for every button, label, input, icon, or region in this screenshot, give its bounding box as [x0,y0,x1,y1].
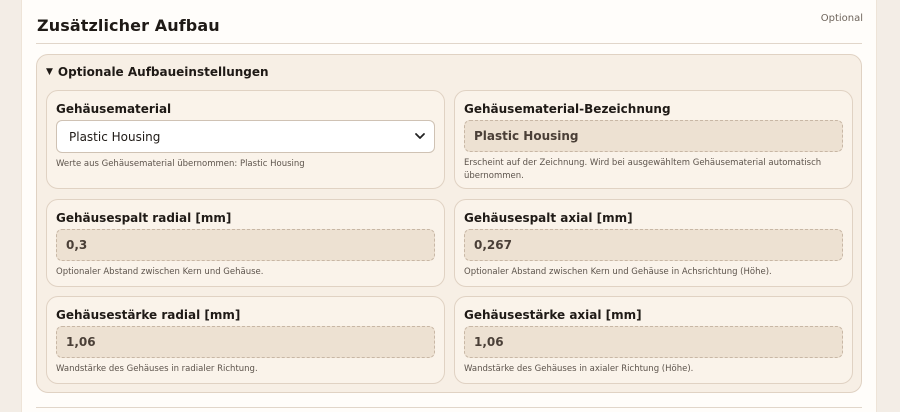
thickness-radial-field[interactable]: 1,06 [56,326,435,358]
gap-axial-field[interactable]: 0,267 [464,229,843,261]
title-divider [36,43,862,44]
housing-material-label: Gehäusematerial [56,102,172,116]
housing-material-hint: Werte aus Gehäusematerial übernommen: Pl… [56,159,305,169]
housing-material-card: Gehäusematerial Plastic Housing Werte au… [46,90,445,189]
housing-material-select[interactable]: Plastic Housing [56,120,435,153]
section-title: Zusätzlicher Aufbau [37,16,220,35]
thickness-radial-label: Gehäusestärke radial [mm] [56,308,241,322]
triangle-down-icon: ▼ [46,67,53,77]
additional-build-panel: Zusätzlicher Aufbau Optional ▼ Optionale… [22,0,876,412]
bottom-divider [36,407,862,408]
gap-radial-field[interactable]: 0,3 [56,229,435,261]
thickness-axial-label: Gehäusestärke axial [mm] [464,308,642,322]
optional-settings-summary: Optionale Aufbaueinstellungen [57,65,269,79]
gap-radial-card: Gehäusespalt radial [mm] 0,3 Optionaler … [46,199,445,287]
thickness-radial-hint: Wandstärke des Gehäuses in radialer Rich… [56,364,258,374]
optional-settings-group: ▼ Optionale Aufbaueinstellungen Gehäusem… [36,54,862,393]
thickness-axial-card: Gehäusestärke axial [mm] 1,06 Wandstärke… [454,296,853,384]
housing-material-name-hint: Erscheint auf der Zeichnung. Wird bei au… [464,158,822,181]
optional-tag: Optional [820,13,863,24]
housing-material-name-card: Gehäusematerial-Bezeichnung Plastic Hous… [454,90,853,189]
housing-material-name-field[interactable]: Plastic Housing [464,120,843,152]
thickness-axial-hint: Wandstärke des Gehäuses in axialer Richt… [464,364,694,374]
housing-material-name-label: Gehäusematerial-Bezeichnung [464,102,671,116]
thickness-axial-field[interactable]: 1,06 [464,326,843,358]
optional-settings-toggle[interactable]: ▼ Optionale Aufbaueinstellungen [46,65,269,79]
gap-radial-hint: Optionaler Abstand zwischen Kern und Geh… [56,267,264,277]
thickness-radial-card: Gehäusestärke radial [mm] 1,06 Wandstärk… [46,296,445,384]
gap-axial-hint: Optionaler Abstand zwischen Kern und Geh… [464,267,772,277]
gap-axial-card: Gehäusespalt axial [mm] 0,267 Optionaler… [454,199,853,287]
housing-material-select-value: Plastic Housing [69,129,161,144]
chevron-down-icon [415,133,425,139]
gap-radial-label: Gehäusespalt radial [mm] [56,211,232,225]
gap-axial-label: Gehäusespalt axial [mm] [464,211,633,225]
